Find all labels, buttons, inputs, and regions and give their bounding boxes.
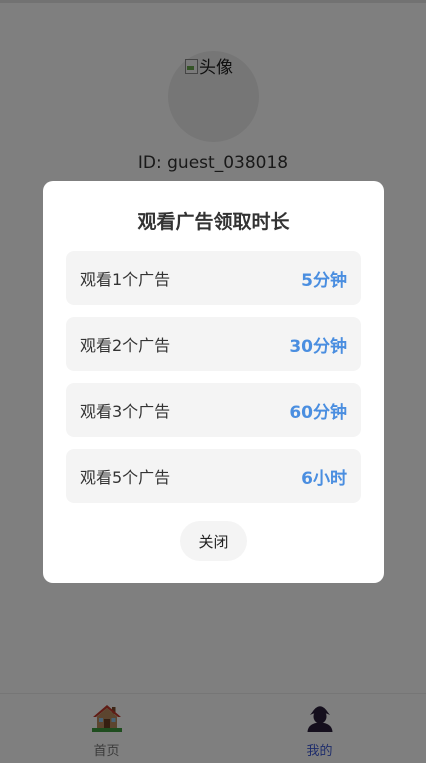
option-label: 观看1个广告 xyxy=(80,270,171,289)
reward-option-3-ads[interactable]: 观看3个广告 60分钟 xyxy=(66,383,361,437)
dialog-title: 观看广告领取时长 xyxy=(137,211,290,233)
reward-option-2-ads[interactable]: 观看2个广告 30分钟 xyxy=(66,317,361,371)
reward-option-1-ad[interactable]: 观看1个广告 5分钟 xyxy=(66,251,361,305)
option-reward: 30分钟 xyxy=(289,336,347,357)
option-label: 观看3个广告 xyxy=(80,402,171,421)
ad-reward-dialog: 观看广告领取时长 观看1个广告 5分钟 观看2个广告 30分钟 观看3个广告 6… xyxy=(43,181,384,583)
reward-option-5-ads[interactable]: 观看5个广告 6小时 xyxy=(66,449,361,503)
option-reward: 5分钟 xyxy=(301,270,347,291)
close-button[interactable]: 关闭 xyxy=(180,521,247,561)
option-label: 观看2个广告 xyxy=(80,336,171,355)
option-reward: 60分钟 xyxy=(289,402,347,423)
option-reward: 6小时 xyxy=(301,468,347,489)
reward-options-list: 观看1个广告 5分钟 观看2个广告 30分钟 观看3个广告 60分钟 观看5个广… xyxy=(66,251,361,515)
option-label: 观看5个广告 xyxy=(80,468,171,487)
